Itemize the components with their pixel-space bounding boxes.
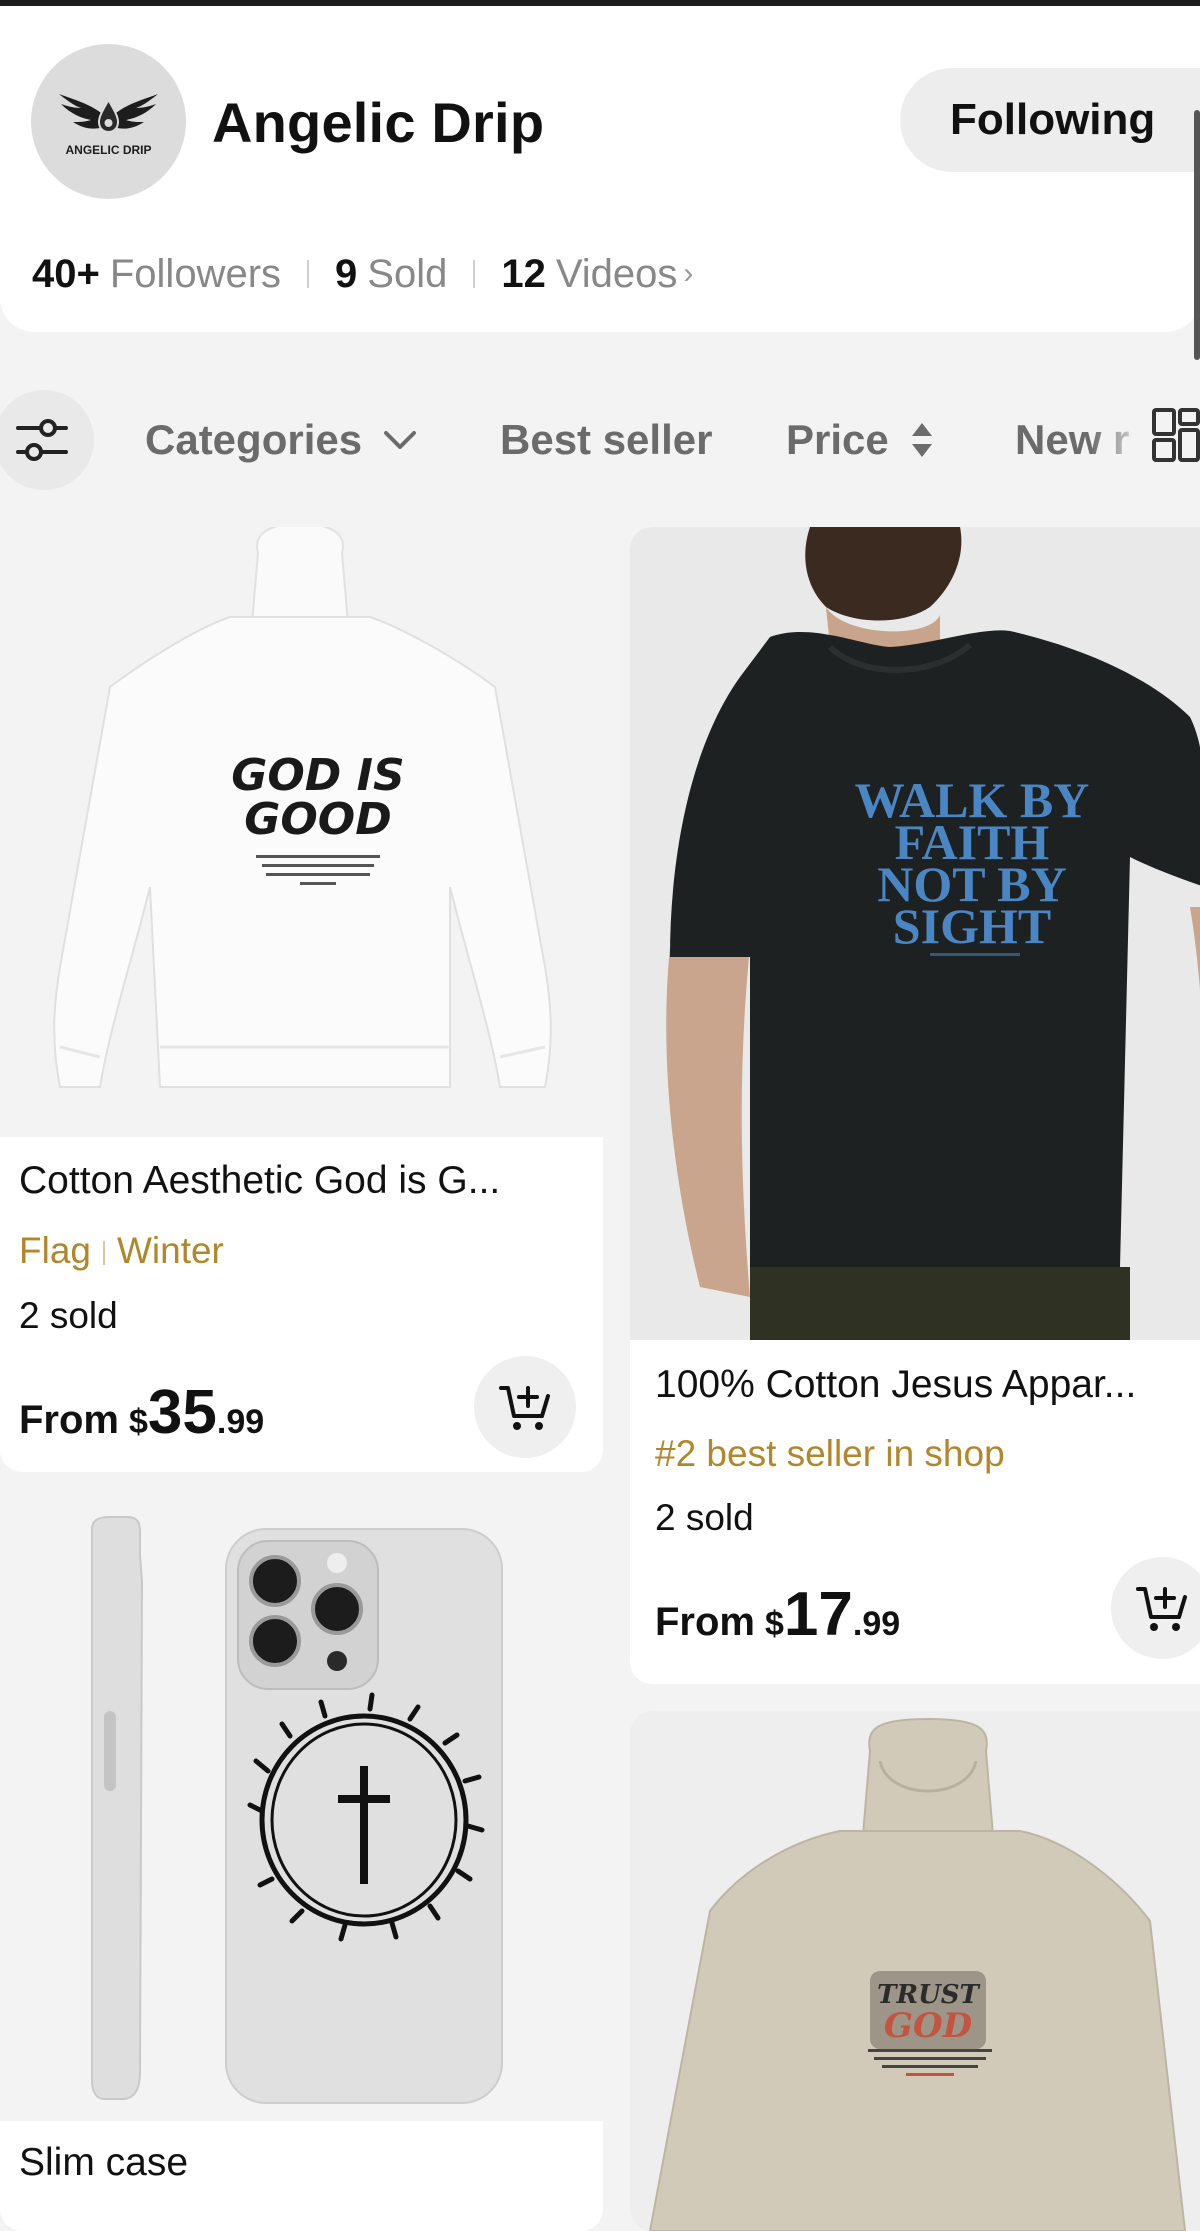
sold-label: Sold — [367, 251, 448, 296]
add-to-cart-button[interactable] — [1111, 1557, 1200, 1659]
tag-winter: Winter — [116, 1230, 224, 1271]
chevron-down-icon — [384, 431, 417, 449]
sort-arrows-icon — [911, 423, 932, 457]
sold-count: 9 — [335, 251, 358, 296]
product-price: From $17.99 — [655, 1580, 901, 1649]
print-text-line-4: SIGHT — [893, 898, 1051, 954]
scroll-indicator[interactable] — [1194, 110, 1200, 360]
chevron-right-icon: › — [683, 257, 694, 290]
followers-label: Followers — [109, 251, 282, 296]
print-text-line-2: GOD — [884, 2006, 973, 2046]
stat-divider — [473, 260, 476, 288]
grid-view-button[interactable] — [1150, 406, 1200, 466]
best-seller-label: Best seller — [500, 416, 713, 463]
print-text-line-2: GOOD — [244, 794, 391, 845]
followers-count: 40+ — [32, 251, 100, 296]
videos-label: Videos — [555, 251, 678, 296]
product-title[interactable]: Cotton Aesthetic God is G... — [19, 1159, 500, 1203]
filter-button[interactable] — [0, 390, 94, 490]
product-card[interactable]: WALK BY FAITH NOT BY SIGHT 100% Cotton J… — [630, 527, 1200, 1684]
product-title[interactable]: 100% Cotton Jesus Appar... — [655, 1363, 1136, 1407]
product-sold: 2 sold — [19, 1295, 118, 1336]
videos-count: 12 — [501, 251, 546, 296]
price-label: Price — [786, 416, 889, 463]
shop-avatar[interactable]: ANGELIC DRIP — [31, 44, 186, 199]
following-label: Following — [950, 95, 1156, 144]
product-price: From $35.99 — [19, 1378, 265, 1447]
angel-wings-logo-icon: ANGELIC DRIP — [59, 94, 158, 157]
following-button[interactable]: Following — [900, 68, 1200, 172]
filter-categories[interactable]: Categories — [145, 410, 420, 470]
product-card[interactable]: GOD IS GOOD Cotton Aesthetic God is G...… — [0, 527, 603, 1472]
tag-flag: Flag — [19, 1230, 91, 1271]
shop-name: Angelic Drip — [212, 91, 545, 154]
product-image-phone-case — [0, 1511, 603, 2121]
product-card[interactable]: TRUST GOD — [630, 1711, 1200, 2231]
product-image-tshirt-black: WALK BY FAITH NOT BY SIGHT — [630, 527, 1200, 1340]
tag-divider — [102, 1241, 105, 1266]
sliders-icon — [16, 419, 68, 461]
product-sold: 2 sold — [655, 1497, 754, 1538]
svg-text:ANGELIC DRIP: ANGELIC DRIP — [65, 143, 151, 157]
filter-price[interactable]: Price — [786, 410, 935, 470]
product-card[interactable]: Slim case — [0, 1511, 603, 2231]
categories-label: Categories — [145, 416, 363, 463]
shop-stats: 40+ Followers 9 Sold 12 Videos › — [32, 246, 693, 302]
shop-header: ANGELIC DRIP Angelic Drip Following 40+ … — [0, 6, 1200, 332]
product-image-hoodie-tan: TRUST GOD — [630, 1711, 1200, 2231]
add-to-cart-icon — [499, 1386, 550, 1430]
product-tags: Flag Winter — [19, 1230, 224, 1272]
add-to-cart-icon — [1136, 1587, 1187, 1631]
product-title[interactable]: Slim case — [19, 2141, 188, 2185]
videos-link[interactable]: 12 Videos › — [501, 252, 693, 297]
best-seller-badge: #2 best seller in shop — [655, 1433, 1005, 1474]
grid-view-icon — [1152, 408, 1200, 462]
filter-best-seller[interactable]: Best seller — [500, 410, 712, 470]
filter-fade — [1090, 400, 1150, 480]
stat-divider — [307, 260, 310, 288]
product-image-hoodie-white: GOD IS GOOD — [0, 527, 603, 1137]
add-to-cart-button[interactable] — [474, 1356, 576, 1458]
